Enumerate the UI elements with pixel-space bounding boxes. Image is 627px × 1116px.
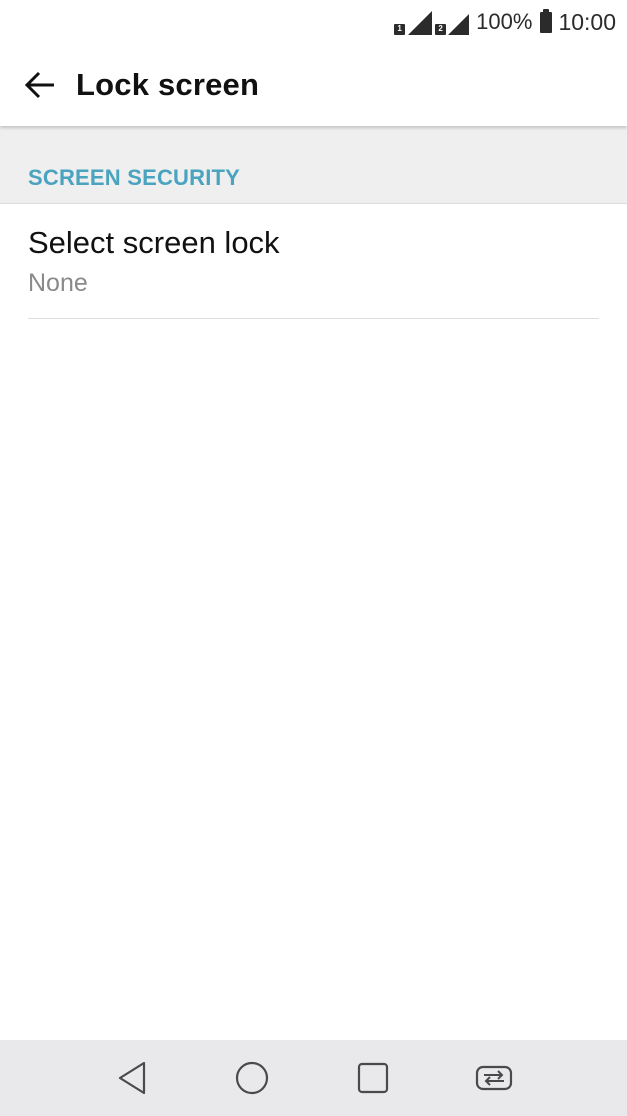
clock: 10:00 <box>558 8 616 35</box>
home-circle-icon <box>235 1061 269 1095</box>
section-header: SCREEN SECURITY <box>0 126 627 204</box>
list-item-title: Select screen lock <box>28 225 280 260</box>
app-bar: Lock screen <box>0 44 627 126</box>
battery-percent: 100% <box>476 9 533 34</box>
battery-icon <box>540 8 553 33</box>
nav-home-button[interactable] <box>212 1040 292 1116</box>
list-item-summary: None <box>28 269 88 297</box>
section-header-label: SCREEN SECURITY <box>28 165 241 190</box>
list-divider <box>28 318 599 319</box>
back-arrow-icon <box>24 71 54 99</box>
sim2-signal-icon: 2 <box>435 9 470 35</box>
back-button[interactable] <box>10 55 70 115</box>
nav-back-button[interactable] <box>92 1040 172 1116</box>
recents-square-icon <box>357 1062 389 1094</box>
nav-dual-window-button[interactable] <box>454 1040 534 1116</box>
nav-recents-button[interactable] <box>333 1040 413 1116</box>
back-triangle-icon <box>118 1061 146 1095</box>
select-screen-lock-item[interactable]: Select screen lock None <box>0 204 627 319</box>
sim1-signal-icon: 1 <box>394 9 433 35</box>
dual-window-icon <box>475 1065 513 1091</box>
navigation-bar <box>0 1040 627 1116</box>
page-title: Lock screen <box>76 67 260 102</box>
status-bar: 1 2 100% 10:00 <box>0 0 627 44</box>
lock-screen-settings: 1 2 100% 10:00 Lock screen SCREEN SECURI… <box>0 0 627 1116</box>
